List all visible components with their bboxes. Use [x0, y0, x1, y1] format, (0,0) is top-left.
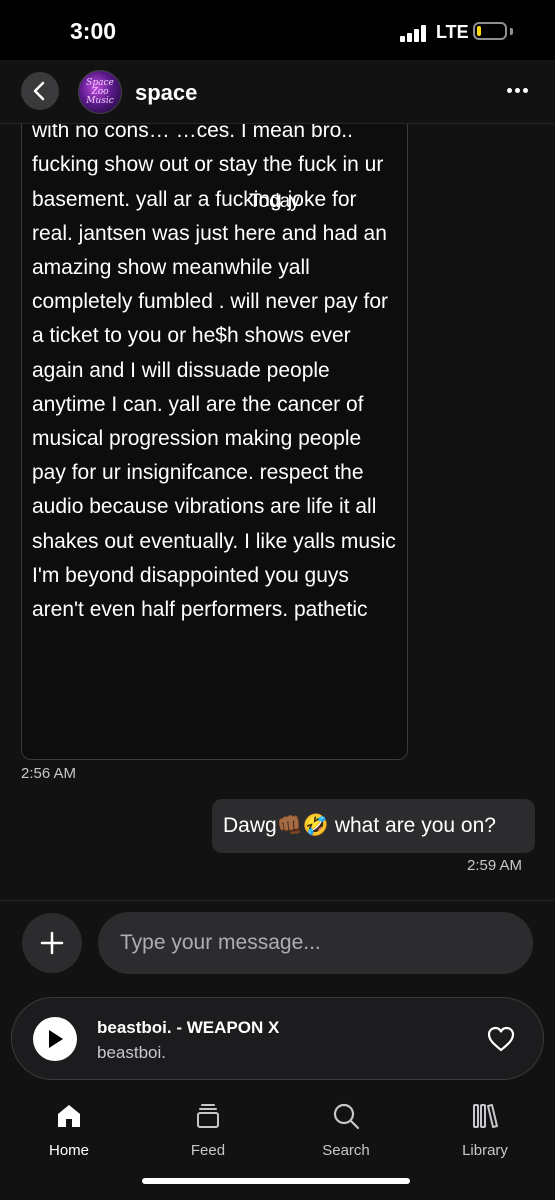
chevron-left-icon	[33, 81, 45, 101]
message-composer	[0, 900, 555, 993]
tab-label: Library	[462, 1142, 508, 1159]
battery-icon	[473, 22, 507, 40]
now-playing-bar: beastboi. - WEAPON X beastboi.	[0, 992, 555, 1085]
track-artist: beastboi.	[97, 1043, 166, 1062]
like-button[interactable]	[486, 1025, 516, 1053]
incoming-message-text: a nice day job to let y… nudge around wi…	[32, 91, 396, 622]
track-title: beastboi. - WEAPON X	[97, 1018, 280, 1037]
back-button[interactable]	[21, 72, 59, 110]
avatar[interactable]: Space Zoo Music	[78, 70, 122, 114]
library-icon	[473, 1104, 498, 1128]
incoming-message-bubble[interactable]: a nice day job to let y… nudge around wi…	[21, 90, 408, 760]
search-icon	[333, 1103, 360, 1130]
status-bar: 3:00 LTE	[0, 0, 555, 60]
tab-search[interactable]: Search	[301, 1102, 391, 1162]
now-playing-card[interactable]: beastboi. - WEAPON X beastboi.	[11, 997, 544, 1080]
message-list[interactable]: a nice day job to let y… nudge around wi…	[0, 60, 555, 900]
add-attachment-button[interactable]	[22, 913, 82, 973]
tab-home[interactable]: Home	[24, 1102, 114, 1162]
more-options-button[interactable]	[507, 88, 531, 96]
feed-icon	[197, 1104, 219, 1128]
play-button[interactable]	[33, 1017, 77, 1061]
message-input[interactable]	[98, 912, 533, 974]
home-icon	[58, 1105, 80, 1127]
network-type: LTE	[436, 22, 469, 42]
play-icon	[49, 1030, 63, 1048]
chat-title[interactable]: space	[135, 80, 197, 106]
tab-feed[interactable]: Feed	[163, 1102, 253, 1162]
battery-tip	[510, 28, 513, 35]
tab-library[interactable]: Library	[440, 1102, 530, 1162]
tab-label: Search	[322, 1142, 370, 1159]
home-indicator[interactable]	[142, 1178, 410, 1184]
outgoing-message-bubble[interactable]: Dawg👊🏾🤣 what are you on?	[212, 799, 535, 853]
incoming-message-time: 2:56 AM	[21, 765, 77, 782]
avatar-logo-text: Space Zoo Music	[86, 77, 114, 106]
tab-label: Feed	[190, 1142, 226, 1159]
plus-icon	[40, 931, 64, 955]
tab-label: Home	[48, 1142, 89, 1159]
heart-icon	[487, 1026, 515, 1052]
date-separator: Today	[249, 191, 300, 212]
signal-icon	[400, 25, 430, 42]
outgoing-message-time: 2:59 AM	[467, 857, 523, 874]
outgoing-message-text: Dawg👊🏾🤣 what are you on?	[223, 814, 496, 837]
status-time: 3:00	[70, 18, 117, 44]
chat-header: Space Zoo Music space	[0, 60, 555, 124]
